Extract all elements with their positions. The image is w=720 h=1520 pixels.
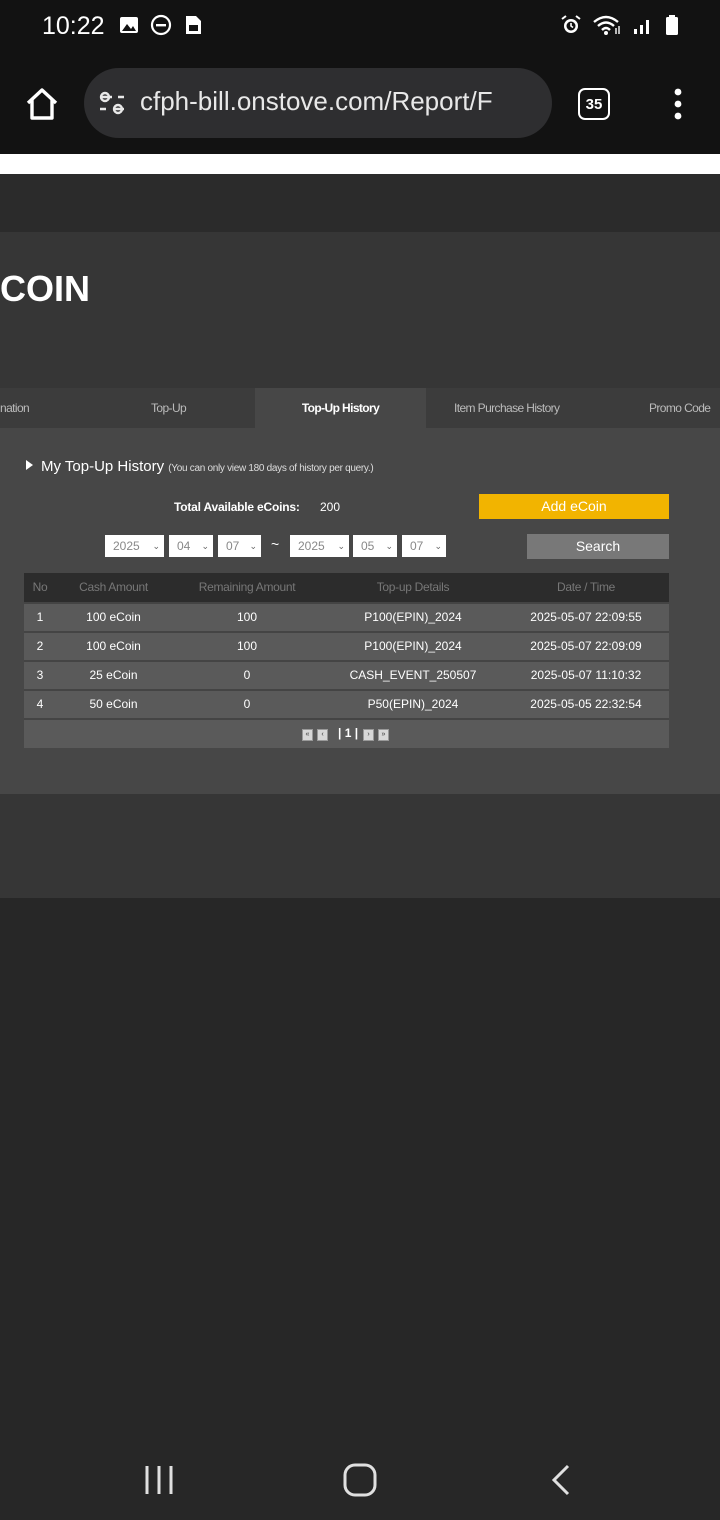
cell-cash-amount: 100 eCoin [86,610,141,624]
tab-information[interactable]: nation [0,388,60,428]
last-page-button[interactable]: » [378,729,389,741]
to-day-select[interactable]: 07 ⌄ [402,535,446,557]
column-header-remaining-amount: Remaining Amount [198,580,296,594]
cell-date-time: 2025-05-07 11:10:32 [530,668,642,682]
tab-top-up[interactable]: Top-Up [151,388,231,428]
cell-date-time: 2025-05-07 22:09:09 [530,639,642,653]
chevron-down-icon: ⌄ [201,541,209,551]
battery-icon [666,15,678,35]
home-nav-icon[interactable] [340,1462,380,1498]
cell-top-up-details: CASH_EVENT_250507 [349,668,477,682]
sim-card-icon [186,16,201,34]
chevron-down-icon: ⌄ [385,541,393,551]
pagination: « ‹ | 1 | › » [24,718,669,748]
system-nav-bar [0,1440,720,1520]
triangle-icon [26,460,33,470]
from-day-select[interactable]: 07 ⌄ [218,535,261,557]
status-time: 10:22 [42,12,105,40]
column-header-date-time: Date / Time [556,580,616,594]
tab-top-up-history[interactable]: Top-Up History [255,388,426,428]
cell-top-up-details: P100(EPIN)_2024 [364,639,462,653]
url-bar[interactable]: cfph-bill.onstove.com/Report/F [84,68,552,138]
history-table: No Cash Amount Remaining Amount Top-up D… [24,573,669,748]
url-text[interactable]: cfph-bill.onstove.com/Report/F [140,86,493,117]
alarm-icon [561,15,581,33]
cell-cash-amount: 100 eCoin [86,639,141,653]
home-icon[interactable] [22,84,62,124]
history-panel: My Top-Up History (You can only view 180… [0,428,720,794]
cell-no: 2 [36,639,44,653]
cell-remaining-amount: 0 [243,697,251,711]
cell-top-up-details: P50(EPIN)_2024 [367,697,459,711]
section-heading: My Top-Up History (You can only view 180… [26,458,374,475]
first-page-button[interactable]: « [302,729,313,741]
more-options-icon[interactable] [666,86,690,122]
header-strip [0,154,720,174]
cell-no: 3 [36,668,44,682]
cell-no: 4 [36,697,44,711]
image-icon [120,17,138,33]
cell-remaining-amount: 0 [243,668,251,682]
cell-no: 1 [36,610,44,624]
column-header-cash-amount: Cash Amount [79,580,148,594]
from-month-select[interactable]: 04 ⌄ [169,535,213,557]
date-separator: ~ [271,536,280,552]
to-year-select[interactable]: 2025 ⌄ [290,535,349,557]
column-header-top-up-details: Top-up Details [376,580,450,594]
do-not-disturb-icon [150,14,172,36]
table-row: 3 25 eCoin 0 CASH_EVENT_250507 2025-05-0… [24,660,669,689]
current-page[interactable]: | 1 | [338,726,358,740]
chevron-down-icon: ⌄ [434,541,442,551]
prev-page-button[interactable]: ‹ [317,729,328,741]
tab-item-purchase-history[interactable]: Item Purchase History [454,388,594,428]
recent-apps-icon[interactable] [139,1462,179,1498]
total-ecoins-value: 200 [320,500,341,514]
add-ecoin-button[interactable]: Add eCoin [479,494,669,519]
status-icons-right [560,14,680,36]
next-page-button[interactable]: › [363,729,374,741]
status-icons-left [118,14,204,36]
tab-promo-code[interactable]: Promo Code [649,388,720,428]
site-settings-icon[interactable] [98,90,126,116]
wifi-icon [593,15,620,35]
to-month-select[interactable]: 05 ⌄ [353,535,397,557]
section-note: (You can only view 180 days of history p… [168,463,374,474]
cell-date-time: 2025-05-05 22:32:54 [530,697,642,711]
page-title: COIN [0,268,90,309]
column-header-no: No [32,580,48,594]
table-row: 1 100 eCoin 100 P100(EPIN)_2024 2025-05-… [24,602,669,631]
chevron-down-icon: ⌄ [249,541,257,551]
top-band [0,174,720,232]
browser-toolbar: cfph-bill.onstove.com/Report/F 35 [0,56,720,154]
from-year-select[interactable]: 2025 ⌄ [105,535,164,557]
chevron-down-icon: ⌄ [337,541,345,551]
signal-icon [634,20,649,34]
chevron-down-icon: ⌄ [152,541,160,551]
section-heading-text: My Top-Up History [41,458,165,475]
cell-cash-amount: 50 eCoin [89,697,138,711]
back-icon[interactable] [542,1462,582,1498]
search-button[interactable]: Search [527,534,669,559]
cell-date-time: 2025-05-07 22:09:55 [530,610,642,624]
status-bar: 10:22 [0,0,720,56]
table-header: No Cash Amount Remaining Amount Top-up D… [24,573,669,602]
tab-switcher-button[interactable]: 35 [578,88,610,120]
total-ecoins-label: Total Available eCoins: [174,500,300,514]
cell-remaining-amount: 100 [236,610,258,624]
cell-remaining-amount: 100 [236,639,258,653]
cell-top-up-details: P100(EPIN)_2024 [364,610,462,624]
table-row: 2 100 eCoin 100 P100(EPIN)_2024 2025-05-… [24,631,669,660]
lower-band [0,794,720,898]
cell-cash-amount: 25 eCoin [89,668,138,682]
page-tabs: nation Top-Up Top-Up History Item Purcha… [0,388,720,428]
table-row: 4 50 eCoin 0 P50(EPIN)_2024 2025-05-05 2… [24,689,669,718]
